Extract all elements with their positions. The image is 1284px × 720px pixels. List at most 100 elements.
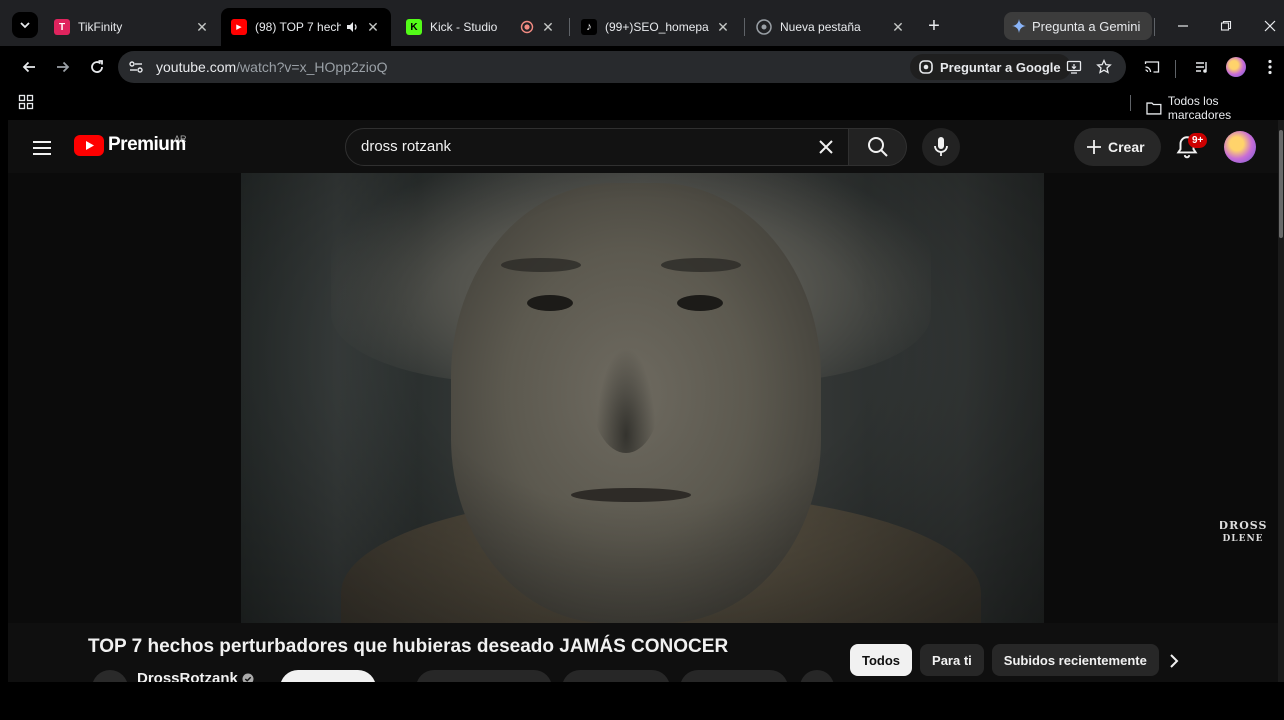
all-bookmarks-label: Todos los marcadores [1167,94,1232,122]
site-settings-icon[interactable] [128,59,144,75]
all-bookmarks-button[interactable]: Todos los marcadores [1146,94,1284,122]
share-button[interactable] [562,670,670,682]
gemini-sparkle-icon [1012,19,1026,33]
chip-para-ti[interactable]: Para ti [920,644,984,676]
tab-title: (99+)SEO_homepage [605,20,709,34]
minimize-icon[interactable] [1171,14,1195,38]
toolbar-separator [1175,60,1176,78]
tab-title: (98) TOP 7 hechos [255,20,341,34]
tab-separator [569,18,570,36]
svg-text:DROSS: DROSS [1220,519,1266,532]
bookmark-star-icon[interactable] [1094,57,1114,77]
hamburger-menu-icon[interactable] [30,136,54,160]
youtube-page: Premium AR dross rotzank Crear 9+ DROSS … [8,120,1278,682]
chip-todos[interactable]: Todos [850,644,913,676]
media-controls-icon[interactable] [1190,55,1214,79]
download-button[interactable] [680,670,788,682]
search-query: dross rotzank [361,138,452,155]
bottom-black-bar [0,682,1284,720]
apps-grid-icon[interactable] [18,94,34,115]
bookmarks-bar: Todos los marcadores [0,88,1284,122]
forward-arrow-icon[interactable] [51,55,75,79]
youtube-favicon-icon: ▶ [231,19,247,35]
recording-icon [520,20,534,34]
like-dislike-button[interactable] [416,670,552,682]
tab-kick-studio[interactable]: K Kick - Studio ✕ [396,8,566,46]
channel-name-link[interactable]: DrossRotzank [137,670,254,682]
back-arrow-icon[interactable] [17,55,41,79]
related-filter-chips: Todos Para ti Subidos recientemente [850,644,1159,676]
tab-title: Nueva pestaña [780,20,861,34]
speaker-icon[interactable] [345,20,359,34]
chevron-down-icon [20,22,30,29]
notifications-badge: 9+ [1188,133,1208,148]
close-tab-icon[interactable]: ✕ [715,19,731,35]
channel-avatar[interactable] [92,670,128,682]
more-menu-icon[interactable] [1258,55,1282,79]
voice-search-button[interactable] [922,128,960,166]
url-text[interactable]: youtube.com/watch?v=x_HOpp2zioQ [156,59,388,75]
close-tab-icon[interactable]: ✕ [890,19,906,35]
video-vignette [241,173,1044,623]
tab-search-button[interactable] [12,12,38,38]
chip-subidos-recientemente[interactable]: Subidos recientemente [991,644,1159,676]
google-lens-icon [919,60,933,74]
tab-new-tab[interactable]: Nueva pestaña ✕ [746,8,916,46]
search-button[interactable] [849,128,907,166]
tab-tikfinity[interactable]: T TikFinity ✕ [44,8,220,46]
clear-search-icon[interactable] [816,137,836,157]
browser-toolbar: youtube.com/watch?v=x_HOpp2zioQ Pregunta… [0,46,1284,88]
verified-check-icon [242,673,254,682]
close-tab-icon[interactable]: ✕ [194,19,210,35]
scrollbar-thumb[interactable] [1279,130,1283,238]
close-tab-icon[interactable]: ✕ [540,19,556,35]
plus-icon [1087,140,1101,154]
ask-google-label: Preguntar a Google [940,59,1061,75]
channel-row: DrossRotzank [88,666,834,682]
tiktok-favicon-icon: ♪ [581,19,597,35]
tab-youtube-active[interactable]: ▶ (98) TOP 7 hechos ✕ [221,8,391,46]
gemini-label: Pregunta a Gemini [1032,18,1141,34]
chevron-right-icon[interactable] [1163,650,1185,672]
tab-title: Kick - Studio [430,20,498,34]
url-path: /watch?v=x_HOpp2zioQ [236,59,388,75]
search-icon [867,137,888,157]
install-app-icon[interactable] [1064,57,1084,77]
address-bar[interactable]: youtube.com/watch?v=x_HOpp2zioQ Pregunta… [118,51,1126,83]
youtube-premium-logo[interactable]: Premium AR [74,134,187,156]
video-title: TOP 7 hechos perturbadores que hubieras … [88,636,729,657]
tikfinity-favicon-icon: T [54,19,70,35]
subscribe-button[interactable] [280,670,376,682]
ask-google-button[interactable]: Preguntar a Google [910,54,1071,80]
svg-text:DLENE: DLENE [1222,534,1263,544]
tab-seo-homepage[interactable]: ♪ (99+)SEO_homepage ✕ [571,8,741,46]
more-actions-button[interactable] [800,670,834,682]
video-frame[interactable] [241,173,1044,623]
channel-watermark[interactable]: DROSS DLENE [1219,518,1267,547]
channel-name: DrossRotzank [137,670,238,682]
microphone-icon [934,137,948,156]
url-host: youtube.com [156,59,237,75]
gemini-button[interactable]: Pregunta a Gemini [1004,12,1153,40]
new-tab-button[interactable]: + [922,14,946,38]
account-avatar[interactable] [1224,131,1256,163]
tab-separator [1154,18,1155,36]
profile-avatar[interactable] [1224,55,1248,79]
chrome-favicon-icon [756,19,772,35]
kick-favicon-icon: K [406,19,422,35]
cast-icon[interactable] [1140,55,1164,79]
search-input[interactable]: dross rotzank [345,128,849,166]
folder-icon [1146,102,1162,115]
create-label: Crear [1108,139,1145,155]
close-window-icon[interactable] [1258,14,1282,38]
restore-icon[interactable] [1214,14,1238,38]
reload-icon[interactable] [85,55,109,79]
region-code: AR [174,134,187,144]
video-player[interactable] [8,173,1278,623]
tab-title: TikFinity [78,20,123,34]
close-tab-icon[interactable]: ✕ [365,19,381,35]
youtube-play-logo-icon [74,134,104,156]
create-button[interactable]: Crear [1074,128,1161,166]
tab-strip: T TikFinity ✕ ▶ (98) TOP 7 hechos ✕ K Ki… [0,0,1284,46]
bookmarks-separator [1130,95,1131,111]
